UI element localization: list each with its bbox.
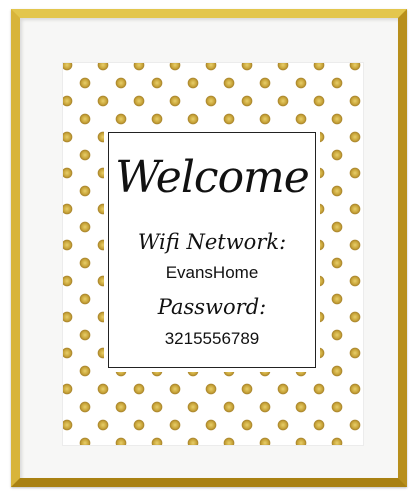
password-label: Password: [157, 295, 267, 319]
framed-wifi-sign: Welcome Wifi Network: EvansHome Password… [0, 0, 414, 493]
network-name: EvansHome [165, 263, 259, 282]
welcome-heading: Welcome [115, 152, 310, 203]
welcome-card: Welcome Wifi Network: EvansHome Password… [104, 128, 320, 372]
password-value: 3215556789 [164, 329, 260, 348]
wifi-network-label: Wifi Network: [137, 230, 287, 254]
